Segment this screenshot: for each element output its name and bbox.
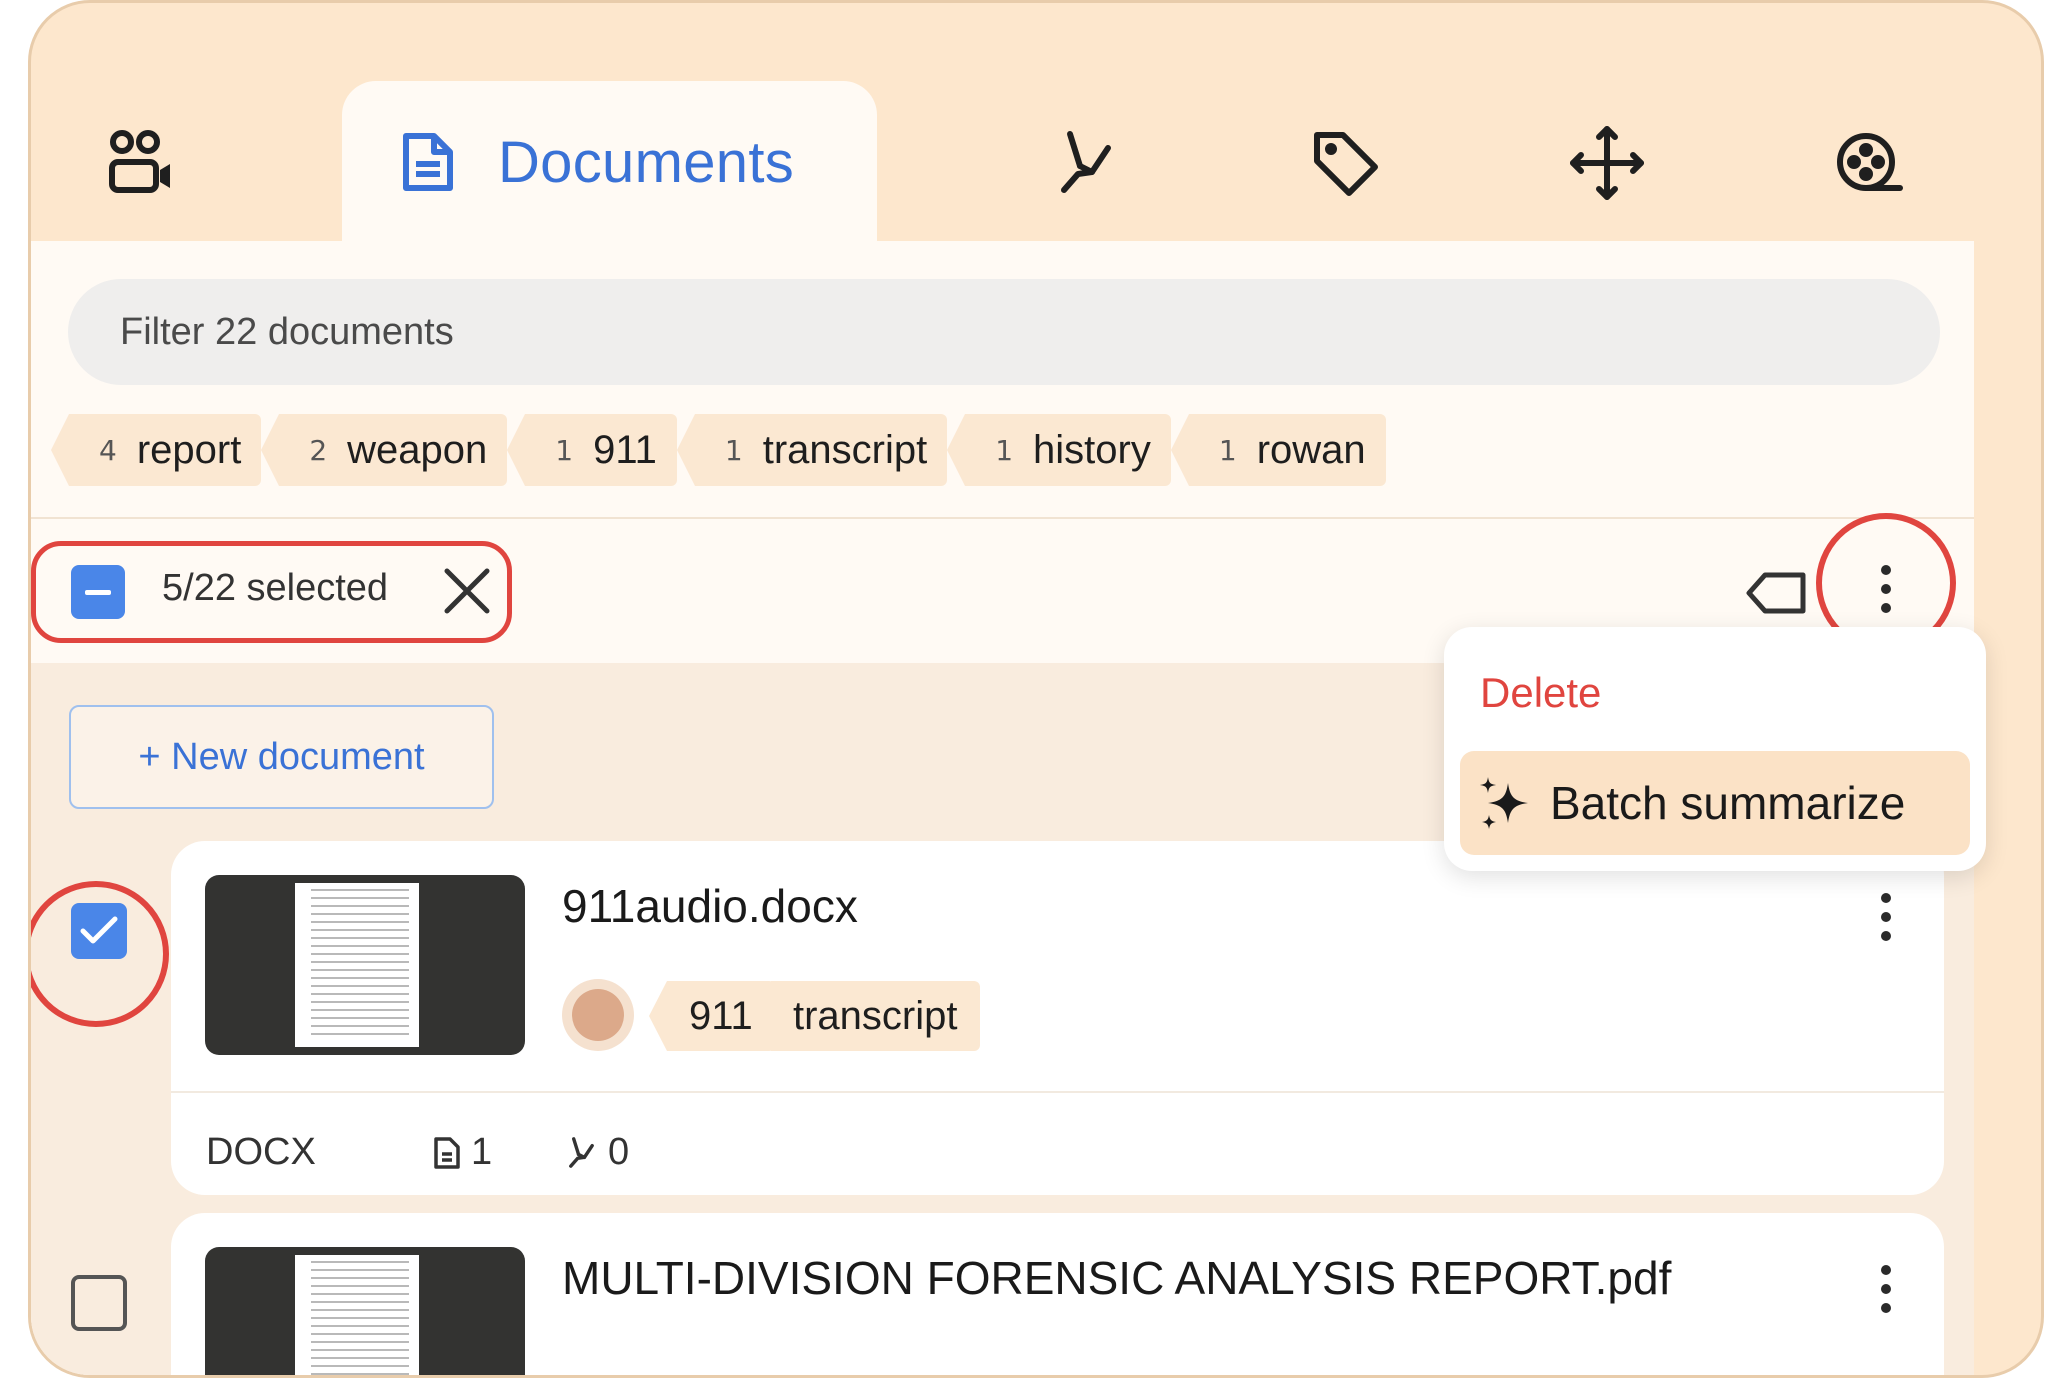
tag-count: 1 xyxy=(995,433,1014,467)
document-title[interactable]: 911audio.docx xyxy=(562,879,858,933)
divider xyxy=(171,1091,1944,1093)
document-tag[interactable]: transcript xyxy=(753,981,980,1051)
row-checkbox[interactable] xyxy=(71,1275,127,1331)
dot xyxy=(1881,1265,1891,1275)
highlighter-icon xyxy=(569,1136,594,1168)
tag-icon xyxy=(1314,132,1378,196)
highlight-count: 0 xyxy=(564,1131,629,1174)
page-preview xyxy=(295,883,419,1047)
tag-label: 911 xyxy=(593,427,657,472)
checkmark-icon xyxy=(80,916,118,944)
dot xyxy=(1881,931,1891,941)
tag-label: rowan xyxy=(1256,427,1366,472)
tag-chip[interactable]: 1 rowan xyxy=(1170,414,1386,486)
selection-count: 5/22 selected xyxy=(162,567,389,609)
avatar xyxy=(562,979,634,1051)
tag-filter-chips: 4 report 2 weapon 1 911 1 transcript 1 histor… xyxy=(50,414,1404,486)
dot xyxy=(1881,912,1891,922)
film-reel-icon xyxy=(1837,133,1903,191)
filter-input[interactable] xyxy=(68,279,1940,385)
highlight-count-value: 0 xyxy=(608,1131,630,1173)
tab-move[interactable] xyxy=(1567,123,1647,203)
tab-media[interactable] xyxy=(1829,123,1909,203)
tab-documents[interactable]: Documents xyxy=(342,81,877,247)
tab-documents-label: Documents xyxy=(498,129,795,195)
tag-count: 1 xyxy=(555,433,574,467)
tab-people[interactable] xyxy=(101,123,181,203)
page-preview xyxy=(295,1255,419,1375)
tag-chip[interactable]: 1 history xyxy=(947,414,1171,486)
document-type: DOCX xyxy=(206,1131,316,1173)
document-icon xyxy=(434,1136,460,1169)
tag-label: history xyxy=(1033,427,1151,472)
document-icon xyxy=(403,133,453,191)
people-video-icon xyxy=(109,130,170,193)
actions-menu: Delete Batch summarize xyxy=(1444,627,1986,871)
tab-highlights[interactable] xyxy=(1045,123,1125,203)
document-more-button[interactable] xyxy=(1871,887,1901,947)
tab-bar: Documents xyxy=(31,3,2041,247)
more-actions-button[interactable] xyxy=(1871,559,1901,619)
menu-item-delete[interactable]: Delete xyxy=(1480,669,1601,717)
dot xyxy=(1881,584,1891,594)
tab-tags[interactable] xyxy=(1305,123,1385,203)
document-thumbnail[interactable] xyxy=(205,875,525,1055)
tag-count: 1 xyxy=(1218,433,1237,467)
dot xyxy=(1881,893,1891,903)
tag-count: 4 xyxy=(99,433,117,467)
highlighter-icon xyxy=(1061,131,1111,193)
move-icon xyxy=(1570,126,1644,200)
page-count: 1 xyxy=(433,1131,492,1174)
tag-count: 1 xyxy=(724,433,743,467)
sparkles-icon xyxy=(1480,777,1528,829)
row-checkbox-checked[interactable] xyxy=(71,903,127,959)
tag-label: weapon xyxy=(347,427,488,472)
label-icon[interactable] xyxy=(1745,569,1809,617)
tag-chip[interactable]: 1 911 xyxy=(507,414,677,486)
document-thumbnail[interactable] xyxy=(205,1247,525,1375)
tag-chip[interactable]: 2 weapon xyxy=(261,414,508,486)
document-more-button[interactable] xyxy=(1871,1259,1901,1319)
dot xyxy=(1881,1303,1891,1313)
document-card[interactable]: MULTI-DIVISION FORENSIC ANALYSIS REPORT.… xyxy=(171,1213,1944,1375)
clear-selection-icon[interactable] xyxy=(441,565,493,617)
dot xyxy=(1881,565,1891,575)
menu-item-batch-summarize[interactable]: Batch summarize xyxy=(1460,751,1970,855)
page-count-value: 1 xyxy=(471,1131,493,1173)
new-document-button[interactable]: + New document xyxy=(69,705,494,809)
batch-summarize-label: Batch summarize xyxy=(1550,777,1906,829)
dot xyxy=(1881,603,1891,613)
minus-icon xyxy=(85,589,111,595)
tag-label: transcript xyxy=(762,427,928,472)
select-all-checkbox[interactable] xyxy=(71,565,125,619)
tag-label: report xyxy=(136,427,242,472)
tag-chip[interactable]: 1 transcript xyxy=(676,414,948,486)
dot xyxy=(1881,1284,1891,1294)
tag-chip[interactable]: 4 report xyxy=(50,414,262,486)
document-title[interactable]: MULTI-DIVISION FORENSIC ANALYSIS REPORT.… xyxy=(562,1251,1671,1305)
document-card[interactable]: 911audio.docx 911 transcript DOCX 1 0 xyxy=(171,841,1944,1195)
app-window: Documents Filter 22 documents 4 report 2… xyxy=(28,0,2044,1378)
tag-count: 2 xyxy=(309,433,328,467)
